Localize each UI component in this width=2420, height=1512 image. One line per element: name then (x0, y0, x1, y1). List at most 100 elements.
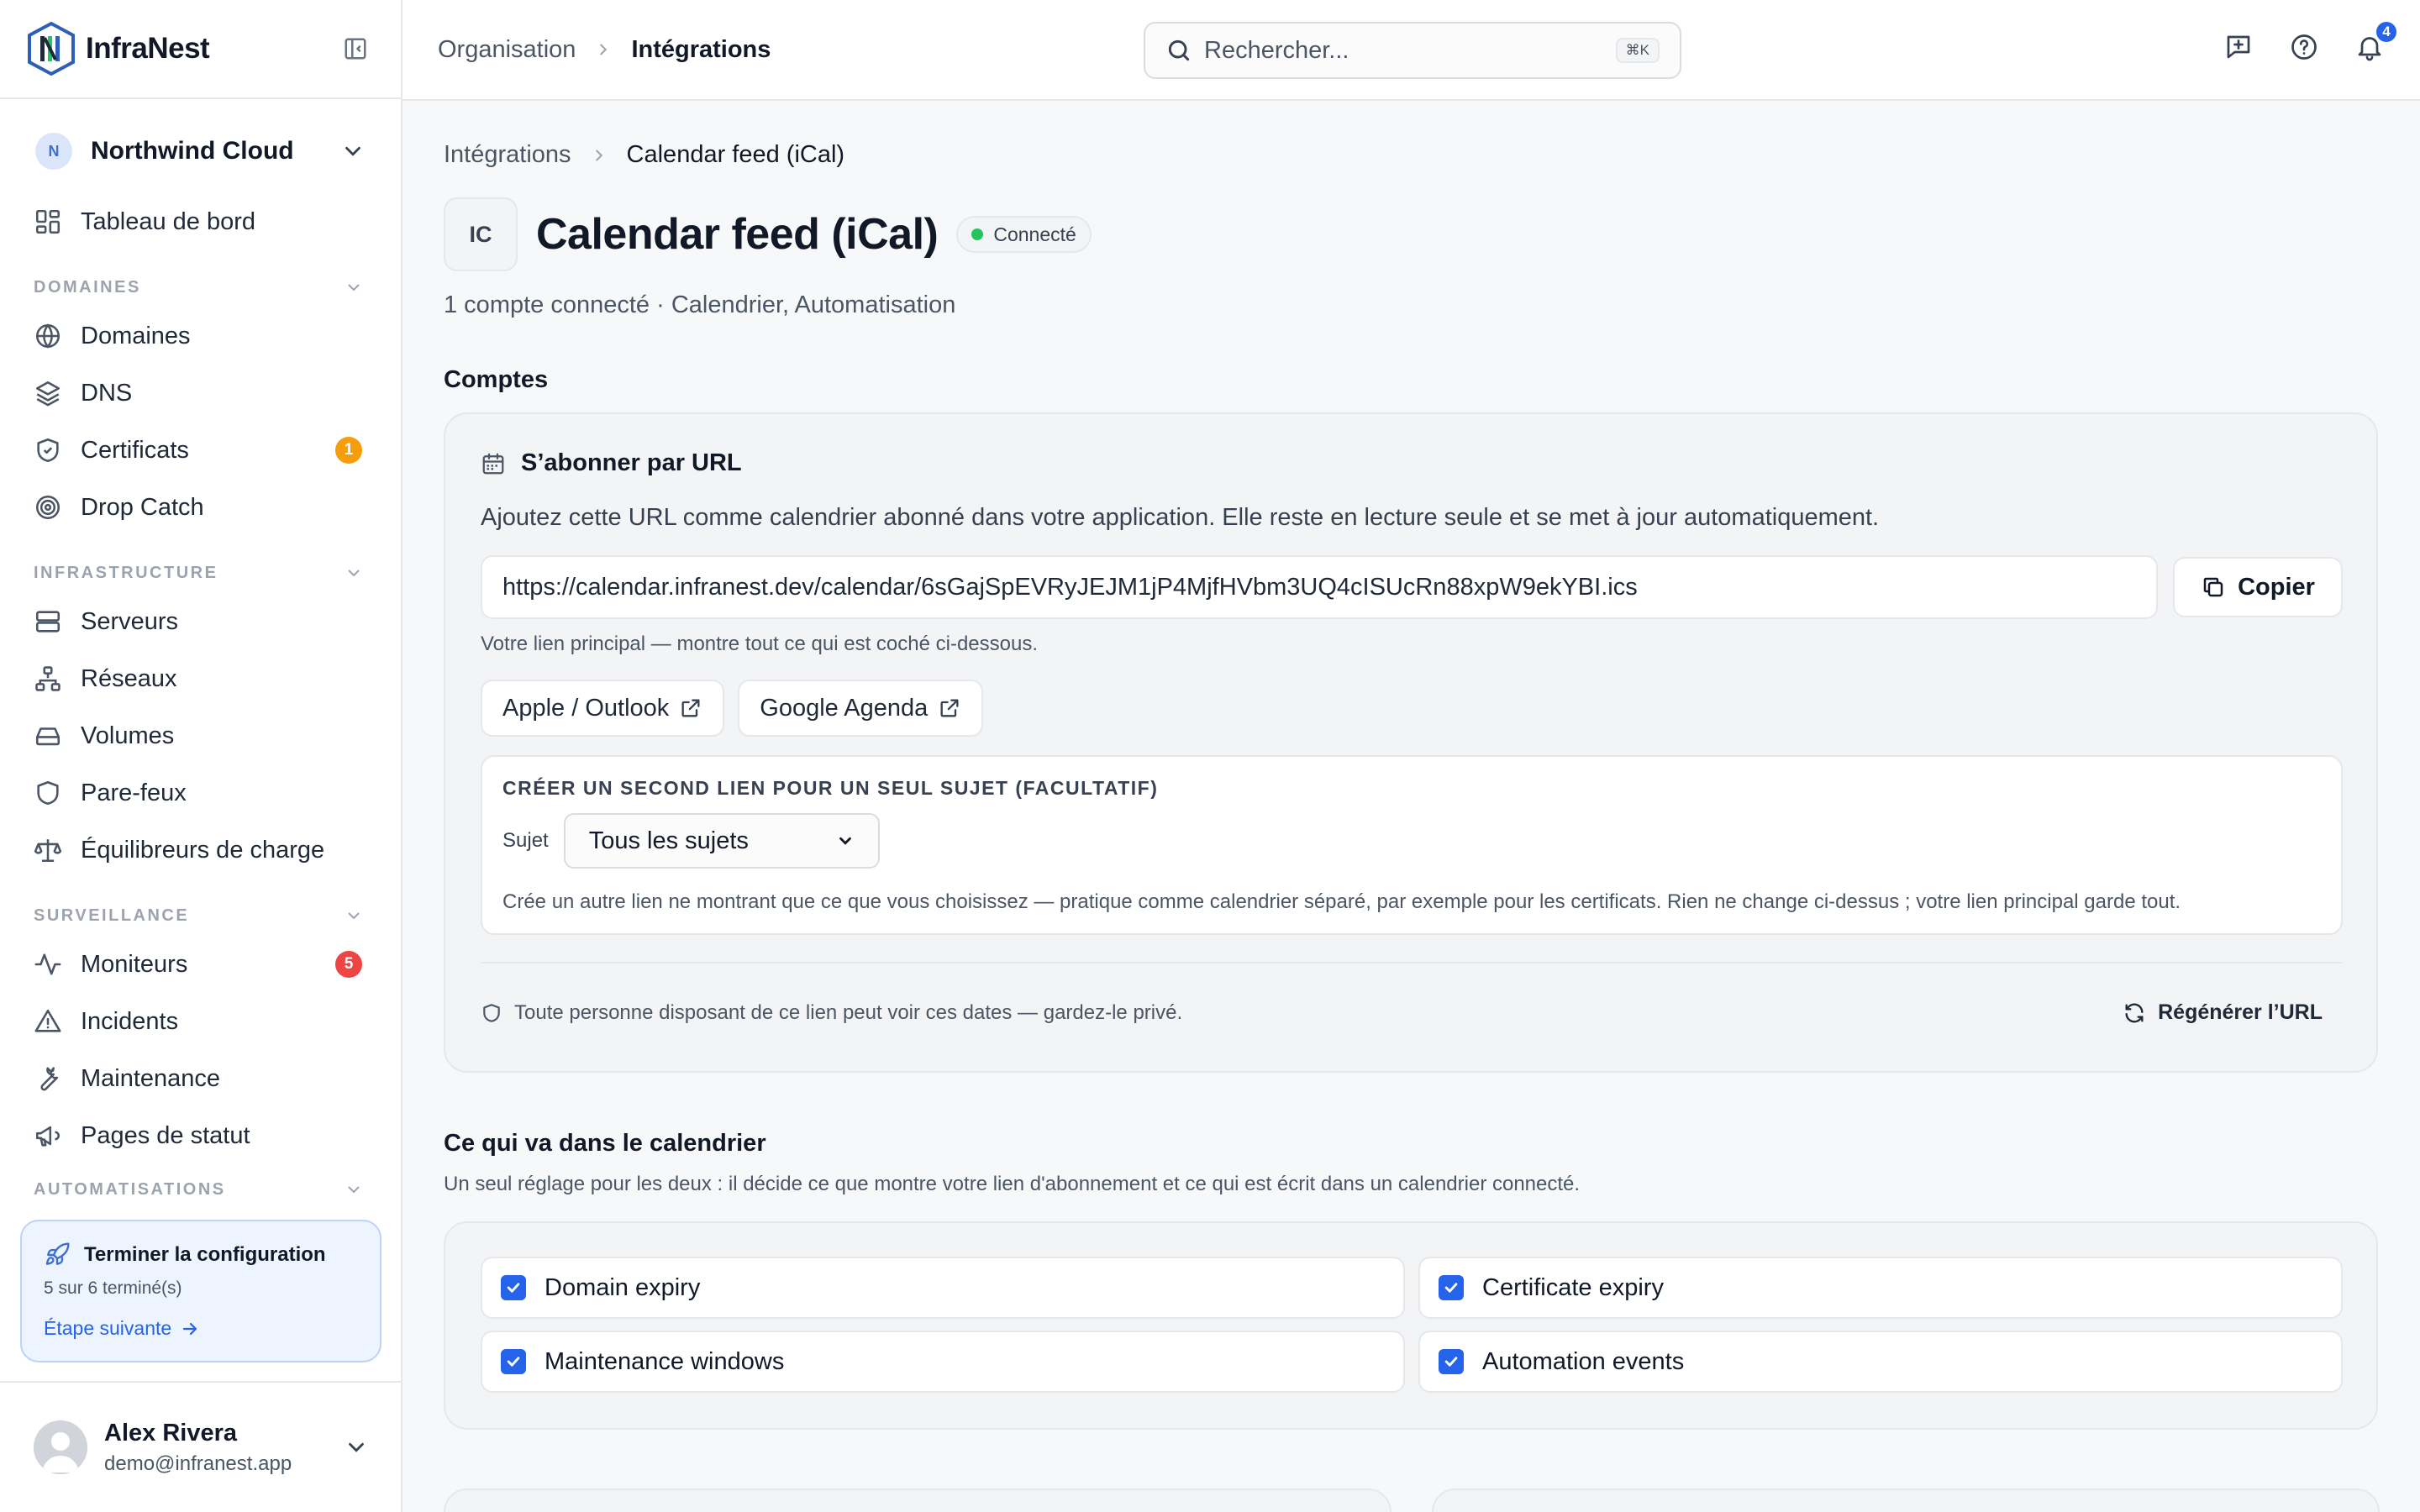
shield-check-icon (37, 438, 59, 463)
subscribe-title-row: S’abonner par URL (481, 449, 2343, 477)
calendar-options-grid: Domain expiry Certificate expiry Mainten… (481, 1257, 2343, 1393)
user-info: Alex Rivera demo@infranest.app (104, 1420, 292, 1476)
section-monitoring[interactable]: SURVEILLANCE (34, 879, 367, 936)
collapse-sidebar-button[interactable] (337, 30, 374, 67)
server-icon (35, 611, 60, 633)
chevron-down-icon (839, 837, 851, 845)
option-maintenance-windows[interactable]: Maintenance windows (481, 1331, 1405, 1393)
calendar-icon (482, 453, 504, 474)
sidebar-item-volumes[interactable]: Volumes (34, 707, 367, 764)
sidebar-item-drop-catch[interactable]: Drop Catch (34, 479, 367, 536)
rocket-icon (45, 1242, 70, 1265)
sidebar-item-label: Serveurs (81, 607, 179, 635)
arrow-right-icon (183, 1322, 197, 1335)
apple-outlook-button[interactable]: Apple / Outlook (481, 680, 725, 737)
chevron-down-icon (348, 284, 360, 291)
sidebar-item-label: Équilibreurs de charge (81, 836, 325, 864)
subject-row: Sujet Tous les sujets (502, 813, 2321, 869)
breadcrumb: Organisation Intégrations (438, 36, 771, 64)
feedback-icon[interactable] (2223, 32, 2254, 62)
sidebar-item-label: Maintenance (81, 1064, 221, 1092)
sidebar-item-dns[interactable]: DNS (34, 365, 367, 422)
search-shortcut: ⌘K (1615, 38, 1660, 63)
page-breadcrumb: Intégrations Calendar feed (iCal) (444, 141, 2380, 169)
lower-card-left (444, 1488, 1392, 1512)
user-menu[interactable]: Alex Rivera demo@infranest.app (0, 1381, 402, 1512)
sidebar-item-networks[interactable]: Réseaux (34, 650, 367, 707)
chevron-down-icon (349, 1442, 364, 1452)
copy-url-button[interactable]: Copier (2173, 557, 2343, 617)
option-domain-expiry[interactable]: Domain expiry (481, 1257, 1405, 1319)
status-badge: Connecté (956, 216, 1092, 253)
search-input[interactable]: Rechercher... ⌘K (1144, 22, 1681, 79)
sidebar-item-monitors[interactable]: Moniteurs 5 (34, 936, 367, 993)
sidebar-item-load-balancers[interactable]: Équilibreurs de charge (34, 822, 367, 879)
org-name: Northwind Cloud (91, 137, 294, 165)
google-calendar-label: Google Agenda (760, 694, 929, 722)
section-label: DOMAINES (34, 278, 141, 297)
subject-label: Sujet (502, 829, 549, 852)
activity-icon (34, 953, 61, 975)
copy-icon (2203, 577, 2223, 597)
sidebar-collapse-icon (345, 38, 366, 60)
chevron-down-icon (348, 570, 360, 577)
org-switcher[interactable]: N Northwind Cloud (0, 109, 401, 193)
regenerate-url-button[interactable]: Régénérer l’URL (2123, 1000, 2323, 1025)
option-label: Domain expiry (544, 1273, 701, 1301)
checkbox-checked-icon[interactable] (1439, 1349, 1464, 1374)
divider (481, 962, 2343, 963)
sidebar-item-maintenance[interactable]: Maintenance (34, 1050, 367, 1107)
chevron-right-icon (600, 44, 608, 55)
sidebar-item-label: Certificats (81, 436, 189, 464)
integration-icon: IC (444, 197, 518, 271)
page-title: Calendar feed (iCal) (536, 210, 939, 259)
megaphone-icon (35, 1126, 60, 1147)
option-label: Automation events (1482, 1347, 1685, 1375)
search-icon (1168, 39, 1190, 61)
shield-icon (483, 1003, 500, 1022)
wrench-icon (40, 1067, 59, 1091)
sidebar-item-dashboard[interactable]: Tableau de bord (34, 193, 367, 250)
section-domains[interactable]: DOMAINES (34, 250, 367, 307)
sidebar-item-label: Domaines (81, 322, 191, 349)
sidebar-item-certificates[interactable]: Certificats 1 (34, 422, 367, 479)
calendar-url-field[interactable]: https://calendar.infranest.dev/calendar/… (481, 555, 2158, 619)
monitors-count-badge: 5 (335, 951, 362, 978)
copy-label: Copier (2238, 573, 2315, 601)
page-header: IC Calendar feed (iCal) Connecté (444, 197, 2380, 271)
sidebar-item-label: DNS (81, 379, 133, 407)
sidebar-item-label: Volumes (81, 722, 175, 749)
network-icon (35, 666, 60, 691)
lower-card-right (1432, 1488, 2380, 1512)
sidebar-item-label: Moniteurs (81, 950, 188, 978)
breadcrumb-organisation[interactable]: Organisation (438, 36, 576, 64)
google-calendar-button[interactable]: Google Agenda (738, 680, 984, 737)
sidebar-item-status-pages[interactable]: Pages de statut (34, 1107, 367, 1164)
checkbox-checked-icon[interactable] (1439, 1275, 1464, 1300)
section-label: AUTOMATISATIONS (34, 1180, 226, 1199)
section-automations[interactable]: AUTOMATISATIONS (34, 1164, 367, 1200)
option-automation-events[interactable]: Automation events (1418, 1331, 2343, 1393)
option-label: Maintenance windows (544, 1347, 785, 1375)
breadcrumb-integrations-link[interactable]: Intégrations (444, 141, 571, 169)
help-icon[interactable] (2289, 32, 2319, 62)
section-infrastructure[interactable]: INFRASTRUCTURE (34, 536, 367, 593)
sidebar-item-domains[interactable]: Domaines (34, 307, 367, 365)
subject-select[interactable]: Tous les sujets (563, 813, 880, 869)
subscribe-panel: S’abonner par URL Ajoutez cette URL comm… (444, 412, 2378, 1073)
search-placeholder: Rechercher... (1204, 36, 1349, 64)
checkbox-checked-icon[interactable] (501, 1349, 526, 1374)
sidebar-item-servers[interactable]: Serveurs (34, 593, 367, 650)
globe-icon (35, 323, 60, 349)
apple-outlook-label: Apple / Outlook (502, 694, 670, 722)
sidebar-item-incidents[interactable]: Incidents (34, 993, 367, 1050)
url-row: https://calendar.infranest.dev/calendar/… (481, 555, 2343, 619)
next-step-link[interactable]: Étape suivante (44, 1317, 358, 1340)
infranest-logo-icon (28, 21, 75, 76)
checkbox-checked-icon[interactable] (501, 1275, 526, 1300)
logo-row: InfraNest (0, 0, 401, 99)
second-link-title: CRÉER UN SECOND LIEN POUR UN SEUL SUJET … (502, 777, 1159, 799)
notifications-button[interactable]: 4 (2354, 20, 2398, 62)
option-certificate-expiry[interactable]: Certificate expiry (1418, 1257, 2343, 1319)
sidebar-item-firewalls[interactable]: Pare-feux (34, 764, 367, 822)
